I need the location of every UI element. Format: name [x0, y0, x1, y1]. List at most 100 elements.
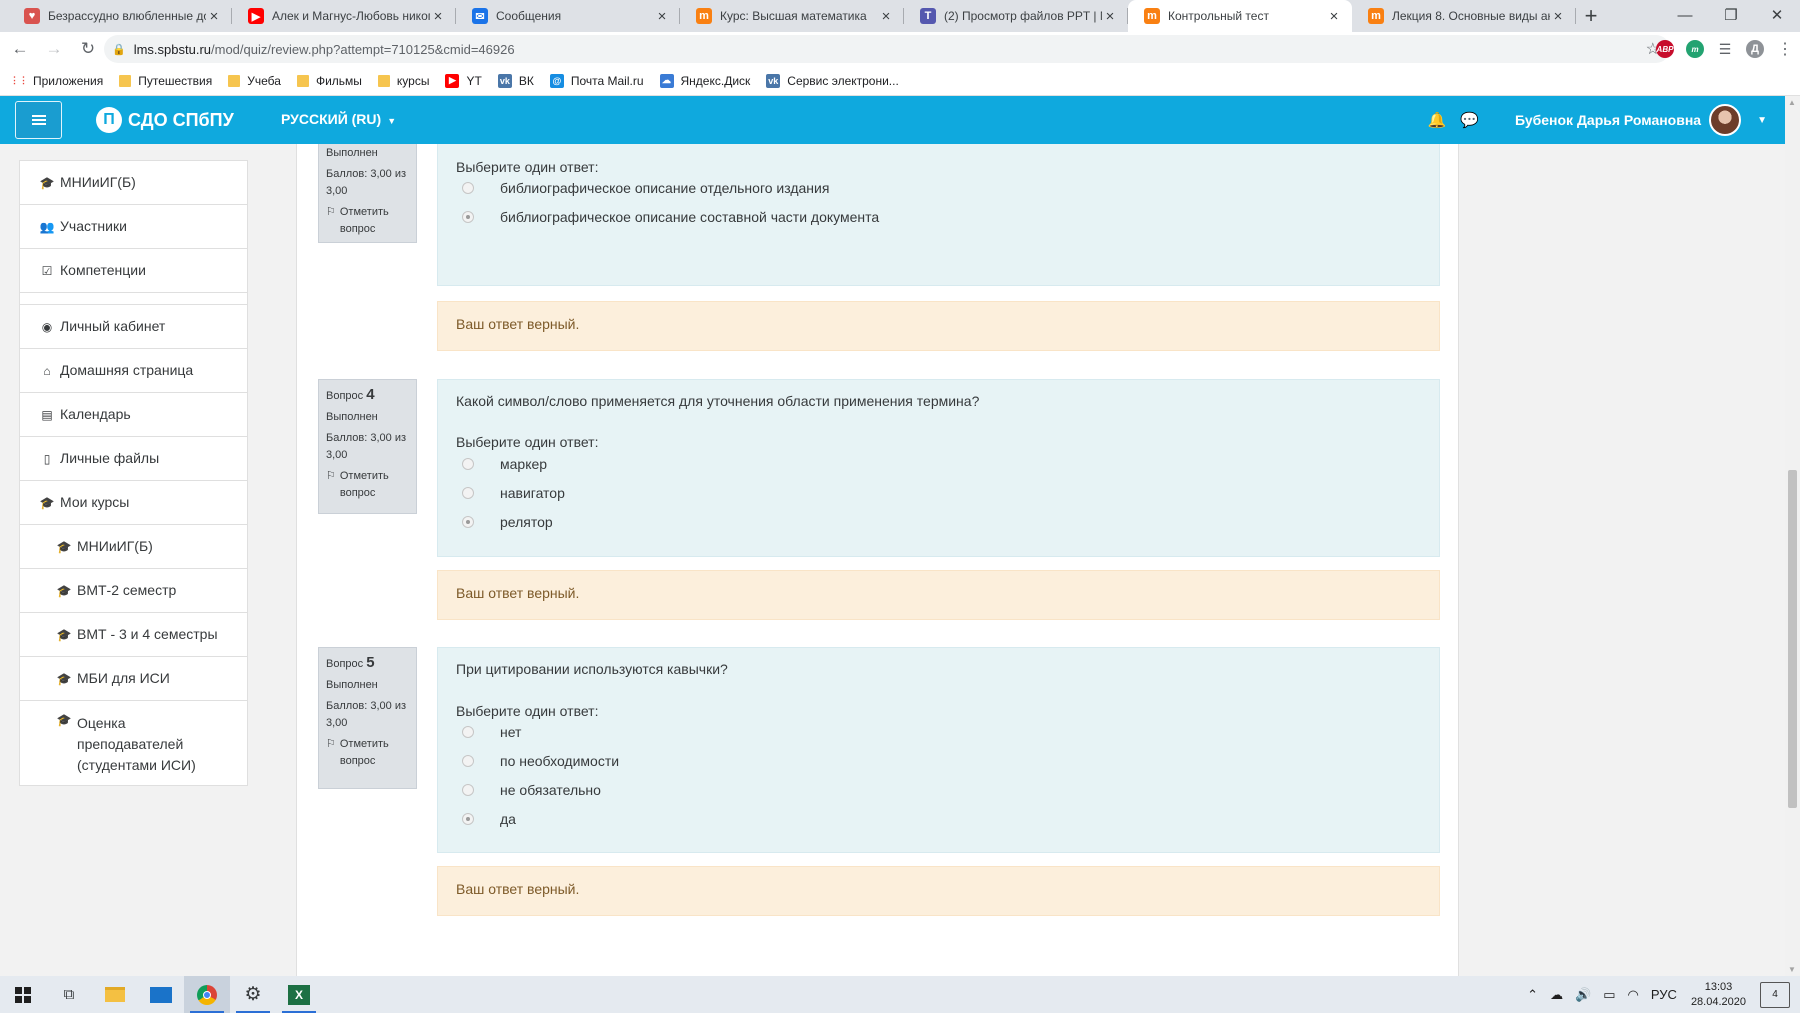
sidebar-item[interactable]: 🎓 МНИиИГ(Б)	[20, 525, 247, 569]
scroll-up-icon[interactable]: ▲	[1788, 98, 1796, 107]
answer-text: нет	[500, 724, 522, 740]
excel-icon[interactable]: X	[276, 976, 322, 1013]
close-tab-icon[interactable]: ×	[1550, 8, 1566, 25]
reading-list-icon[interactable]: ☰	[1710, 41, 1740, 58]
speaker-icon[interactable]: 🔊	[1575, 987, 1591, 1003]
settings-gear-icon[interactable]: ⚙	[230, 976, 276, 1013]
sidebar-item[interactable]: 🎓 МБИ для ИСИ	[20, 657, 247, 701]
restore-icon[interactable]: ❐	[1708, 0, 1754, 30]
clock[interactable]: 13:03 28.04.2020	[1691, 980, 1746, 1010]
file-explorer-icon[interactable]	[92, 976, 138, 1013]
question-number: Вопрос 4	[326, 386, 409, 405]
language-menu[interactable]: РУССКИЙ (RU) ▼	[281, 111, 396, 127]
sidebar-item-label: Компетенции	[60, 262, 146, 278]
browser-tab[interactable]: ✉ Сообщения ×	[456, 0, 680, 32]
profile-icon[interactable]: Д	[1740, 40, 1770, 58]
sidebar-item[interactable]: ▤ Календарь	[20, 393, 247, 437]
page-scrollbar[interactable]: ▲ ▼	[1785, 96, 1800, 976]
flag-label: Отметить вопрос	[339, 470, 389, 499]
start-button[interactable]	[0, 976, 46, 1013]
browser-tab[interactable]: ♥ Безрассудно влюбленные дора ×	[8, 0, 232, 32]
bookmark-item[interactable]: ⋮⋮ Приложения	[10, 74, 103, 88]
site-brand[interactable]: П СДО СПбПУ	[96, 107, 234, 133]
bookmark-item[interactable]: курсы	[377, 74, 429, 88]
menu-dots-icon[interactable]: ⋮	[1770, 39, 1800, 59]
lock-icon: 🔒	[112, 43, 126, 56]
browser-tab[interactable]: m Курс: Высшая математика ×	[680, 0, 904, 32]
question-3-feedback: Ваш ответ верный.	[437, 301, 1440, 351]
flag-question-link[interactable]: ⚐ Отметить вопрос	[326, 468, 409, 502]
bookmark-item[interactable]: Учеба	[228, 74, 281, 88]
sidebar-item[interactable]: ☑ Компетенции	[20, 249, 247, 293]
minimize-icon[interactable]: —	[1662, 0, 1708, 30]
notification-center-button[interactable]: 4	[1760, 981, 1790, 1008]
tab-title: Контрольный тест	[1168, 9, 1269, 23]
answer-option: маркер	[462, 456, 547, 472]
scroll-down-icon[interactable]: ▼	[1788, 965, 1796, 974]
flag-question-link[interactable]: ⚐ Отметить вопрос	[326, 736, 409, 770]
wifi-icon[interactable]: ◠	[1628, 987, 1639, 1003]
flag-icon: ⚐	[326, 738, 336, 750]
m-extension-icon[interactable]: m	[1680, 40, 1710, 58]
avatar[interactable]	[1709, 104, 1742, 136]
url-domain: lms.spbstu.ru	[133, 41, 212, 57]
scrollbar-thumb[interactable]	[1788, 470, 1797, 808]
back-icon[interactable]: ←	[6, 35, 34, 63]
bookmark-item[interactable]: Фильмы	[296, 74, 362, 88]
adblock-extension-icon[interactable]: ABP	[1650, 40, 1680, 58]
browser-tab[interactable]: T (2) Просмотр файлов PPT | Micr×	[904, 0, 1128, 32]
battery-icon[interactable]: ▭	[1603, 987, 1615, 1003]
youtube-icon: ▶	[445, 73, 460, 88]
reload-icon[interactable]: ↻	[74, 35, 102, 63]
bookmark-item[interactable]: vk Сервис электрони...	[766, 73, 899, 88]
question-number-value: 5	[366, 654, 375, 671]
user-menu-caret-icon[interactable]: ▼	[1757, 115, 1767, 126]
bookmark-item[interactable]: Путешествия	[119, 74, 212, 88]
bookmark-item[interactable]: vk ВК	[497, 73, 534, 88]
mail-icon[interactable]	[138, 976, 184, 1013]
close-tab-icon[interactable]: ×	[878, 8, 894, 25]
chrome-icon[interactable]	[184, 976, 230, 1013]
browser-tab[interactable]: m Лекция 8. Основные виды ана ×	[1352, 0, 1576, 32]
chat-bubble-icon[interactable]: 💬	[1460, 111, 1479, 129]
window-controls: — ❐ ✕	[1662, 0, 1800, 30]
tab-separator	[1575, 8, 1576, 24]
input-language[interactable]: РУС	[1651, 987, 1677, 1002]
onedrive-icon[interactable]: ☁	[1550, 987, 1563, 1003]
bell-icon[interactable]: 🔔	[1428, 111, 1447, 129]
sidebar-item[interactable]: ⌂ Домашняя страница	[20, 349, 247, 393]
forward-icon[interactable]: →	[40, 35, 68, 63]
browser-tab[interactable]: ▶ Алек и Магнус-Любовь никогда ×	[232, 0, 456, 32]
user-name[interactable]: Бубенок Дарья Романовна	[1515, 112, 1701, 128]
answer-option: релятор	[462, 514, 553, 530]
sidebar-item[interactable]: ▯ Личные файлы	[20, 437, 247, 481]
browser-tab[interactable]: m Контрольный тест ×	[1128, 0, 1352, 32]
sidebar-item[interactable]: 🎓 Мои курсы	[20, 481, 247, 525]
close-tab-icon[interactable]: ×	[206, 8, 222, 25]
sidebar-item[interactable]: 🎓 ВМТ-2 семестр	[20, 569, 247, 613]
sidebar-item[interactable]: 🎓 МНИиИГ(Б)	[20, 161, 247, 205]
answer-text: релятор	[500, 514, 553, 530]
tab-favicon-icon: T	[920, 8, 936, 24]
chevron-up-icon[interactable]: ⌃	[1527, 987, 1538, 1003]
bookmark-item[interactable]: ▶ YT	[445, 73, 482, 88]
close-tab-icon[interactable]: ×	[1326, 8, 1342, 25]
address-bar[interactable]: 🔒 lms.spbstu.ru/mod/quiz/review.php?atte…	[104, 35, 1670, 63]
nav-drawer-toggle-button[interactable]	[15, 101, 62, 139]
sidebar-item[interactable]: 🎓 ВМТ - 3 и 4 семестры	[20, 613, 247, 657]
bookmark-item[interactable]: ☁ Яндекс.Диск	[659, 73, 750, 88]
new-tab-button[interactable]: +	[1576, 0, 1606, 32]
close-tab-icon[interactable]: ×	[654, 8, 670, 25]
close-tab-icon[interactable]: ×	[1102, 8, 1118, 25]
task-view-icon[interactable]: ⧉	[46, 976, 92, 1013]
close-tab-icon[interactable]: ×	[430, 8, 446, 25]
close-window-icon[interactable]: ✕	[1754, 0, 1800, 30]
bookmark-item[interactable]: @ Почта Mail.ru	[549, 73, 644, 88]
sidebar-item-label: МБИ для ИСИ	[77, 670, 170, 686]
sidebar-item[interactable]: 👥 Участники	[20, 205, 247, 249]
sidebar-item[interactable]: 🎓 Оценка преподавателей (студентами ИСИ)	[20, 701, 247, 785]
sidebar-item[interactable]: ◉ Личный кабинет	[20, 305, 247, 349]
answer-option: да	[462, 811, 516, 827]
flag-question-link[interactable]: ⚐ Отметить вопрос	[326, 204, 409, 238]
adblock-badge: ABP	[1656, 40, 1674, 58]
